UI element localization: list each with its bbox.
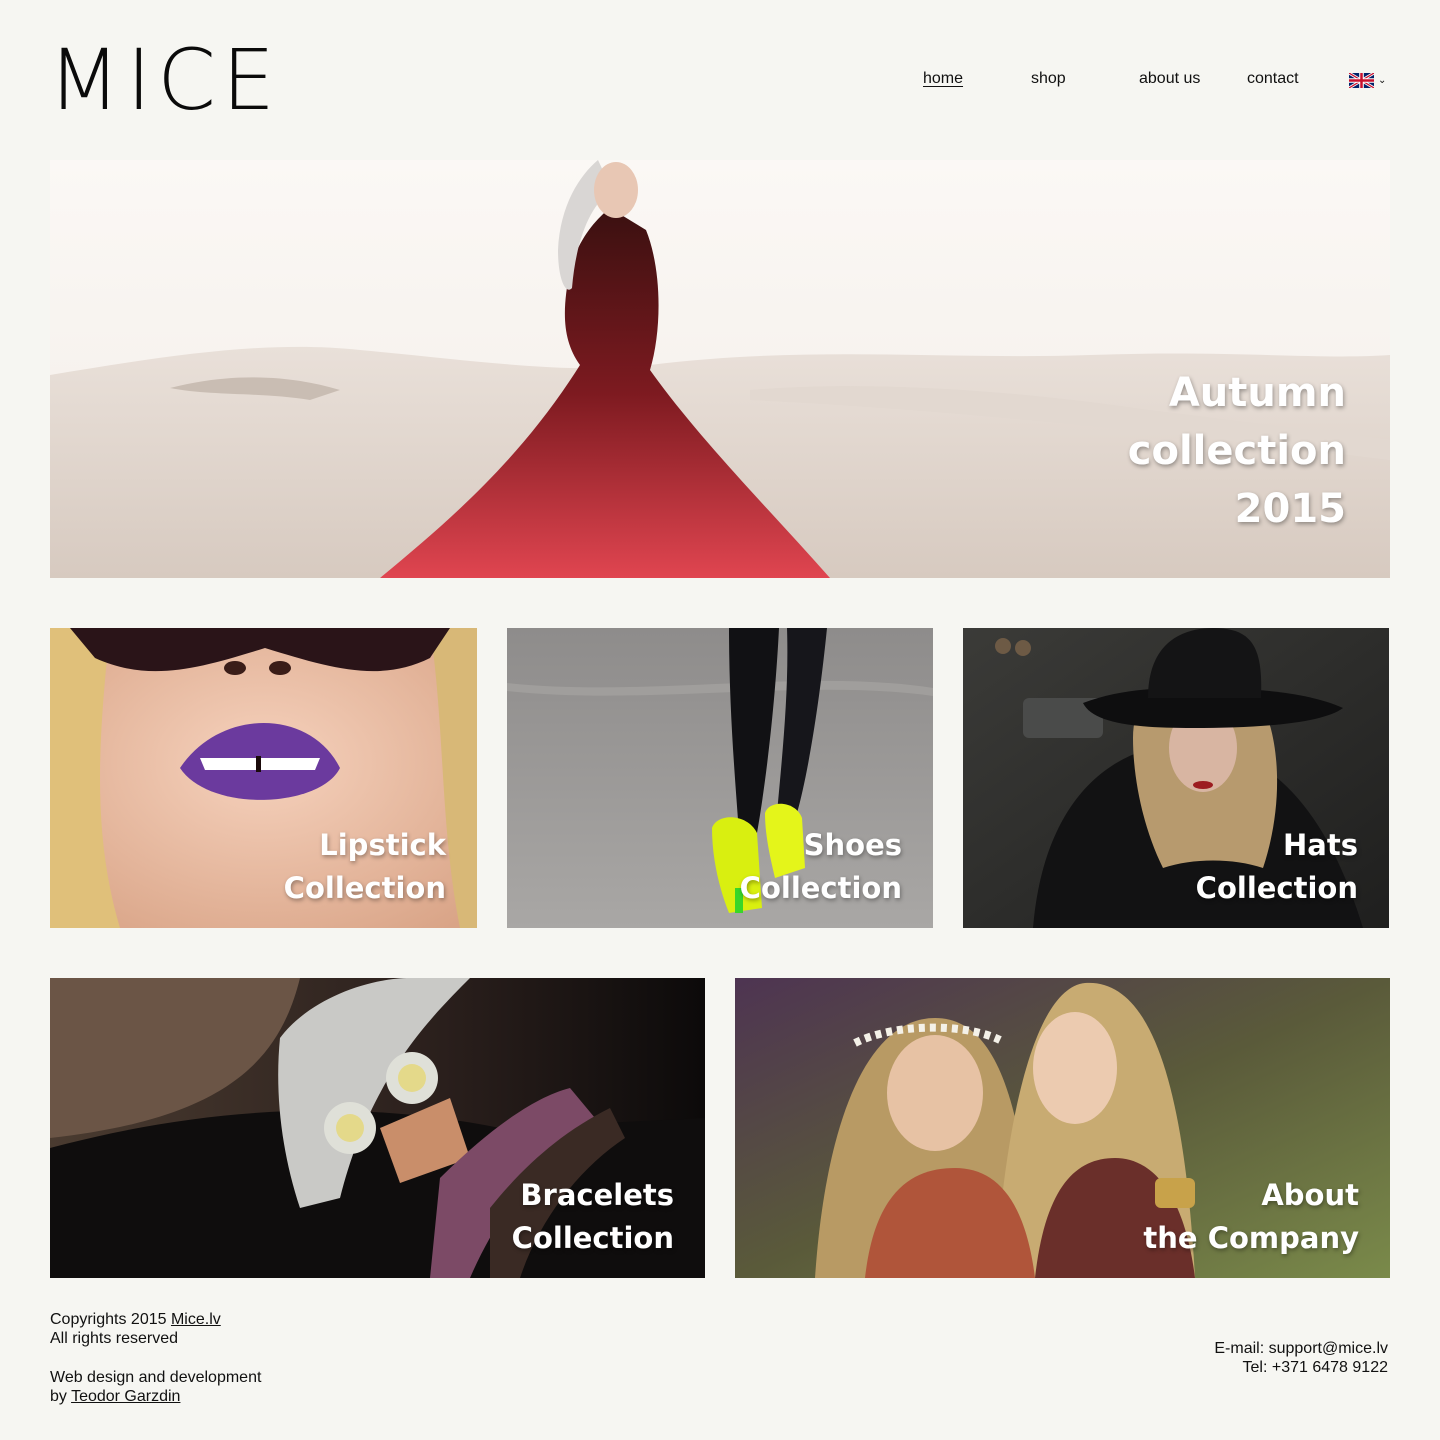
tile-shoes-collection[interactable]: Shoes Collection [507,628,933,928]
tile-caption-line: Hats [1283,828,1358,862]
hero-caption-line: collection [1127,428,1346,474]
tile-lipstick-collection[interactable]: Lipstick Collection [50,628,477,928]
designer-link[interactable]: Teodor Garzdin [71,1388,180,1405]
language-selector[interactable]: ⌄ [1349,73,1386,88]
tile-about-the-company[interactable]: About the Company [735,978,1390,1278]
nav-contact[interactable]: contact [1247,70,1299,88]
hero-caption-line: Autumn [1168,370,1346,416]
tile-caption-line: Collection [1195,871,1358,905]
tile-caption-line: the Company [1143,1221,1359,1255]
copyright-line: Copyrights 2015 Mice.lv [50,1310,261,1329]
uk-flag-icon [1349,73,1374,88]
nav-home[interactable]: home [923,70,963,88]
tile-caption: Bracelets Collection [512,1174,674,1260]
tile-caption-line: Lipstick [319,828,446,862]
tile-caption-line: Collection [511,1221,674,1255]
chevron-down-icon: ⌄ [1378,74,1387,86]
tile-bracelets-collection[interactable]: Bracelets Collection [50,978,705,1278]
credit-line: Web design and development [50,1369,262,1386]
footer-spacer [50,1348,261,1368]
footer-contact: E-mail: support@mice.lv Tel: +371 6478 9… [1214,1339,1388,1377]
tile-caption: About the Company [1143,1174,1359,1260]
mice-lv-link[interactable]: Mice.lv [171,1311,221,1328]
credit-by-line: by Teodor Garzdin [50,1387,261,1406]
hero-caption-line: 2015 [1234,486,1346,532]
tile-hats-collection[interactable]: Hats Collection [963,628,1389,928]
tile-caption: Hats Collection [1196,824,1358,910]
nav-about-us[interactable]: about us [1139,70,1200,88]
footer-left: Copyrights 2015 Mice.lv All rights reser… [50,1310,261,1406]
tile-caption-line: Collection [283,871,446,905]
main-nav: home shop about us contact ⌄ [0,70,1440,90]
footer-email: E-mail: support@mice.lv [1214,1340,1388,1357]
footer-phone: Tel: +371 6478 9122 [1242,1359,1388,1376]
tile-caption: Lipstick Collection [284,824,446,910]
hero-banner-autumn-collection[interactable]: Autumn collection 2015 [50,160,1390,578]
tile-caption-line: Shoes [803,828,902,862]
rights-reserved: All rights reserved [50,1330,179,1347]
nav-shop[interactable]: shop [1031,70,1066,88]
tile-caption: Shoes Collection [740,824,902,910]
credit-by-text: by [50,1388,72,1405]
tile-caption-line: Bracelets [520,1178,674,1212]
tile-caption-line: About [1261,1178,1359,1212]
tile-caption-line: Collection [739,871,902,905]
hero-caption: Autumn collection 2015 [1128,364,1346,538]
copyright-text: Copyrights 2015 [50,1311,171,1328]
